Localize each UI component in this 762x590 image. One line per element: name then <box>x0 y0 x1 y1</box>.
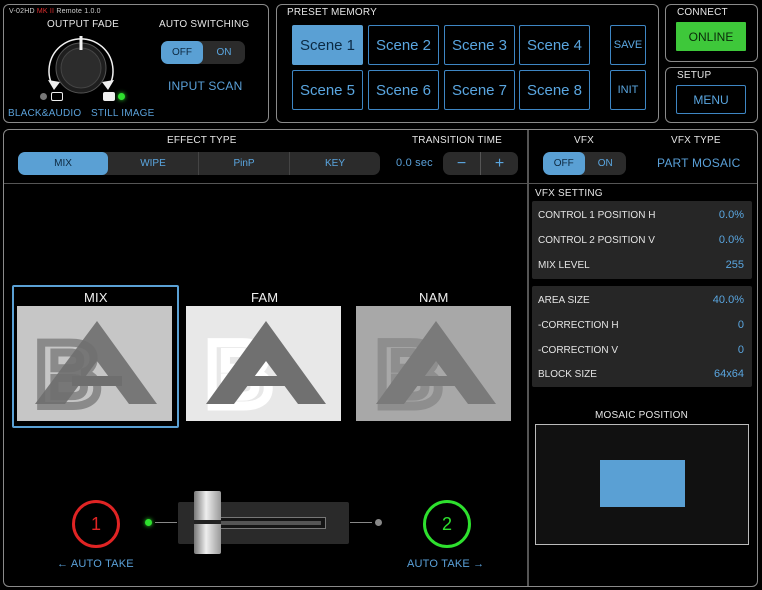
auto-take-right[interactable]: AUTO TAKE → <box>407 558 484 570</box>
take-1-button[interactable]: 1 <box>72 500 120 548</box>
still-image-label: STILL IMAGE <box>91 108 155 119</box>
scene-7-button[interactable]: Scene 7 <box>444 70 515 110</box>
correction-v-label: -CORRECTION V <box>538 344 618 356</box>
effect-key-option[interactable]: KEY <box>290 152 380 175</box>
effect-pinp-option[interactable]: PinP <box>199 152 290 175</box>
app-title-prefix: V-02HD <box>9 8 37 15</box>
area-size-row[interactable]: AREA SIZE 40.0% <box>532 288 750 312</box>
setup-label: SETUP <box>677 70 712 81</box>
preview-mix-label: MIX <box>84 290 108 305</box>
take-2-number: 2 <box>441 513 452 534</box>
preview-mix-image[interactable]: B <box>17 306 172 421</box>
scene-4-button[interactable]: Scene 4 <box>519 25 590 65</box>
vfx-type-value[interactable]: PART MOSAIC <box>657 156 741 170</box>
vfx-divider-h <box>528 183 757 184</box>
scene-8-button[interactable]: Scene 8 <box>519 70 590 110</box>
effect-wipe-option[interactable]: WIPE <box>108 152 199 175</box>
transition-time-plus[interactable]: + <box>481 152 518 175</box>
mix-level-value: 255 <box>725 259 744 271</box>
video-fader-handle[interactable] <box>194 491 221 554</box>
black-audio-indicator-led <box>40 93 47 100</box>
vfx-setting-label: VFX SETTING <box>535 188 603 199</box>
scene-3-button[interactable]: Scene 3 <box>444 25 515 65</box>
mix-level-label: MIX LEVEL <box>538 259 590 271</box>
main-divider-h <box>4 183 527 184</box>
output-fade-knob[interactable] <box>40 32 122 100</box>
online-button[interactable]: ONLINE <box>676 22 746 51</box>
app-title: V-02HD MK II Remote 1.0.0 <box>9 8 101 15</box>
preview-nam-label: NAM <box>419 290 449 305</box>
transition-time-value: 0.0 sec <box>396 157 433 169</box>
still-image-button[interactable] <box>103 92 115 101</box>
auto-switching-on[interactable]: ON <box>203 41 245 64</box>
fader-b-indicator-led <box>375 519 382 526</box>
vfx-on[interactable]: ON <box>585 152 627 175</box>
effect-type-selector[interactable]: MIX WIPE PinP KEY <box>18 152 380 175</box>
output-fade-label: OUTPUT FADE <box>47 19 120 30</box>
correction-v-value: 0 <box>737 344 744 356</box>
effect-mix-option[interactable]: MIX <box>18 152 108 175</box>
block-size-row[interactable]: BLOCK SIZE 64x64 <box>532 362 750 386</box>
transition-time-label: TRANSITION TIME <box>412 135 503 146</box>
fader-handle-line <box>194 520 221 524</box>
vfx-off[interactable]: OFF <box>543 152 585 175</box>
black-audio-button[interactable] <box>51 92 63 101</box>
scene-6-button[interactable]: Scene 6 <box>368 70 439 110</box>
take-2-button[interactable]: 2 <box>423 500 471 548</box>
vfx-label: VFX <box>574 135 595 146</box>
preview-fam-image[interactable]: B <box>186 306 341 421</box>
preset-memory-label: PRESET MEMORY <box>287 7 378 18</box>
mosaic-area-handle[interactable] <box>600 460 685 507</box>
input-scan-button[interactable]: INPUT SCAN <box>168 79 242 93</box>
scene-1-button[interactable]: Scene 1 <box>292 25 363 65</box>
correction-h-row[interactable]: -CORRECTION H 0 <box>532 313 750 337</box>
scene-5-button[interactable]: Scene 5 <box>292 70 363 110</box>
fader-right-line <box>350 522 372 523</box>
control-1-position-h-row[interactable]: CONTROL 1 POSITION H 0.0% <box>532 203 750 227</box>
connect-label: CONNECT <box>677 7 728 18</box>
transition-time-stepper[interactable]: − + <box>443 152 518 175</box>
still-image-indicator-led <box>118 93 125 100</box>
mosaic-position-pad[interactable] <box>535 424 749 545</box>
menu-button[interactable]: MENU <box>676 85 746 114</box>
correction-h-label: -CORRECTION H <box>538 319 619 331</box>
fader-left-line <box>155 522 177 523</box>
area-size-value: 40.0% <box>712 294 744 306</box>
control-2-position-v-label: CONTROL 2 POSITION V <box>538 234 655 246</box>
control-1-position-h-label: CONTROL 1 POSITION H <box>538 209 656 221</box>
mix-level-row[interactable]: MIX LEVEL 255 <box>532 253 750 277</box>
vfx-type-label: VFX TYPE <box>671 135 721 146</box>
control-2-position-v-row[interactable]: CONTROL 2 POSITION V 0.0% <box>532 228 750 252</box>
effect-type-label: EFFECT TYPE <box>167 135 237 146</box>
init-button[interactable]: INIT <box>610 70 646 110</box>
transition-time-minus[interactable]: − <box>443 152 481 175</box>
scene-2-button[interactable]: Scene 2 <box>368 25 439 65</box>
black-audio-label: BLACK&AUDIO <box>8 108 82 119</box>
vfx-toggle[interactable]: OFF ON <box>543 152 626 175</box>
save-button[interactable]: SAVE <box>610 25 646 65</box>
preview-nam-image[interactable]: B <box>356 306 511 421</box>
correction-h-value: 0 <box>737 319 744 331</box>
block-size-label: BLOCK SIZE <box>538 368 597 380</box>
auto-switching-label: AUTO SWITCHING <box>159 19 250 30</box>
correction-v-row[interactable]: -CORRECTION V 0 <box>532 338 750 362</box>
main-divider-v <box>527 130 529 586</box>
preview-fam-label: FAM <box>251 290 279 305</box>
control-2-position-v-value: 0.0% <box>718 234 744 246</box>
block-size-value: 64x64 <box>714 368 744 380</box>
auto-switching-toggle[interactable]: OFF ON <box>161 41 245 64</box>
app-title-suffix: Remote 1.0.0 <box>54 8 101 15</box>
app-title-mk: MK II <box>36 8 55 15</box>
take-1-number: 1 <box>90 513 101 534</box>
fader-a-indicator-led <box>145 519 152 526</box>
auto-take-left[interactable]: ← AUTO TAKE <box>57 558 134 570</box>
auto-switching-off[interactable]: OFF <box>161 41 203 64</box>
mosaic-position-label: MOSAIC POSITION <box>595 410 689 421</box>
area-size-label: AREA SIZE <box>538 294 590 306</box>
control-1-position-h-value: 0.0% <box>718 209 744 221</box>
